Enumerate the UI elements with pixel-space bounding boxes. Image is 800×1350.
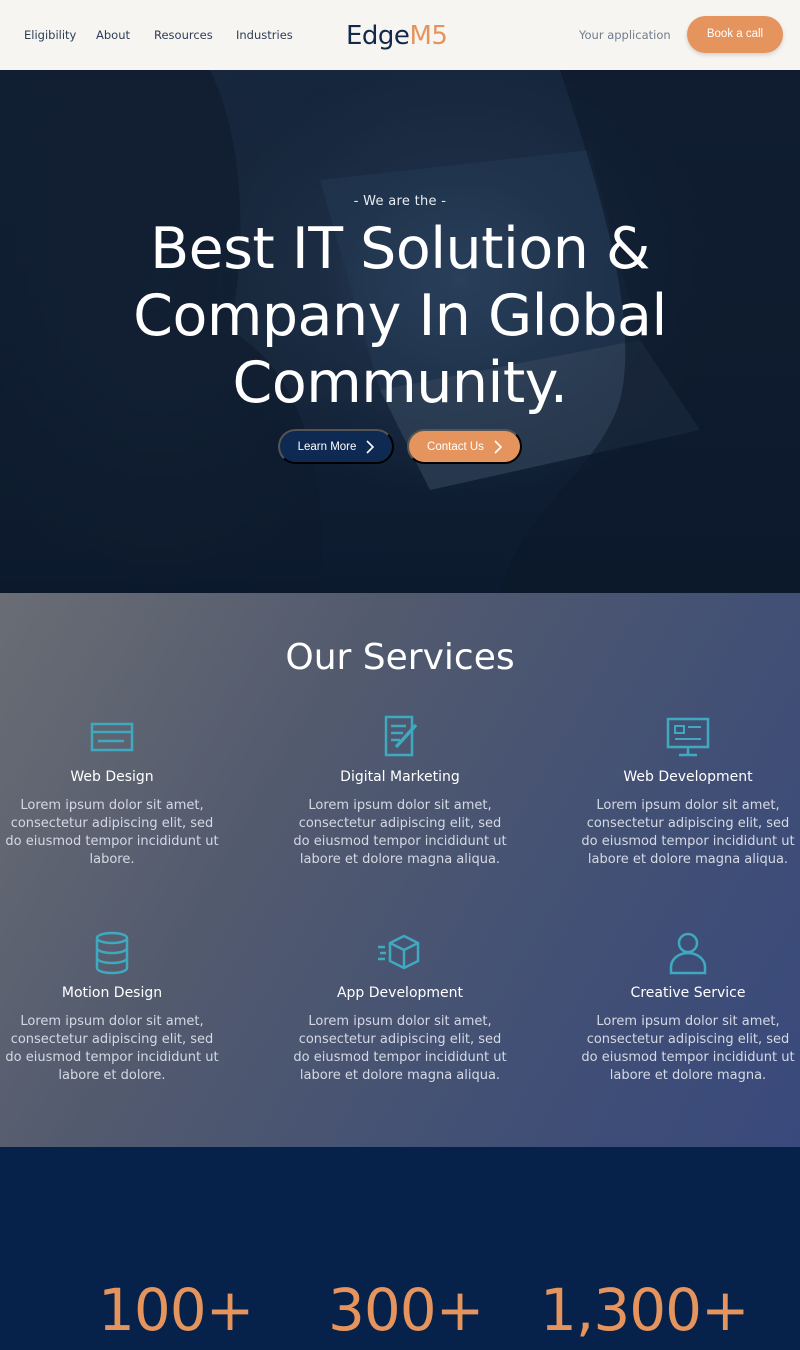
service-title: Motion Design: [61, 985, 163, 1001]
service-description: Lorem ipsum dolor sit amet, consectetur …: [581, 798, 795, 867]
monitor-icon: [666, 717, 710, 757]
nav-link-about[interactable]: About: [96, 28, 130, 42]
user-icon: [669, 932, 707, 975]
logo-text-m5: M5: [409, 21, 448, 51]
stats-section: 100+ 300+ 1,300+: [0, 1147, 800, 1350]
contact-us-label: Contact Us: [427, 440, 484, 453]
service-description: Lorem ipsum dolor sit amet, consectetur …: [5, 1014, 219, 1083]
contact-us-button[interactable]: Contact Us: [407, 429, 522, 464]
stat-value: 300+: [328, 1276, 484, 1344]
card-icon: [90, 722, 134, 752]
brand-logo[interactable]: EdgeM5: [346, 20, 448, 52]
top-navigation: Eligibility About Resources Industries E…: [0, 0, 800, 70]
hero-eyebrow: - We are the -: [353, 194, 447, 209]
services-title: Our Services: [285, 637, 515, 678]
logo-text-edge: Edge: [346, 21, 410, 51]
service-description: Lorem ipsum dolor sit amet, consectetur …: [293, 1014, 507, 1083]
service-title: Digital Marketing: [340, 769, 460, 785]
book-a-call-button[interactable]: Book a call: [687, 16, 783, 53]
cube-icon: [378, 934, 420, 970]
nav-link-eligibility[interactable]: Eligibility: [24, 28, 76, 42]
nav-link-resources[interactable]: Resources: [154, 28, 213, 42]
hero-title: Best IT Solution & Company In Global Com…: [133, 216, 667, 416]
service-title: Web Development: [623, 769, 753, 785]
chevron-right-icon: [494, 439, 502, 454]
services-section: Our Services Web Design Lorem ipsum dolo…: [0, 593, 800, 1147]
your-application-link[interactable]: Your application: [579, 28, 671, 42]
stat-value: 100+: [98, 1276, 254, 1344]
service-description: Lorem ipsum dolor sit amet, consectetur …: [5, 798, 219, 867]
service-description: Lorem ipsum dolor sit amet, consectetur …: [581, 1014, 795, 1083]
learn-more-label: Learn More: [297, 440, 357, 453]
service-title: Web Design: [70, 769, 154, 785]
database-icon: [95, 931, 129, 975]
learn-more-button[interactable]: Learn More: [278, 429, 394, 464]
service-title: Creative Service: [630, 985, 746, 1001]
chevron-right-icon: [366, 439, 375, 454]
hero-section: - We are the - Best IT Solution & Compan…: [0, 70, 800, 593]
stat-value: 1,300+: [540, 1276, 750, 1344]
nav-link-industries[interactable]: Industries: [236, 28, 293, 42]
service-description: Lorem ipsum dolor sit amet, consectetur …: [293, 798, 507, 867]
service-title: App Development: [336, 985, 464, 1001]
document-edit-icon: [384, 715, 418, 757]
